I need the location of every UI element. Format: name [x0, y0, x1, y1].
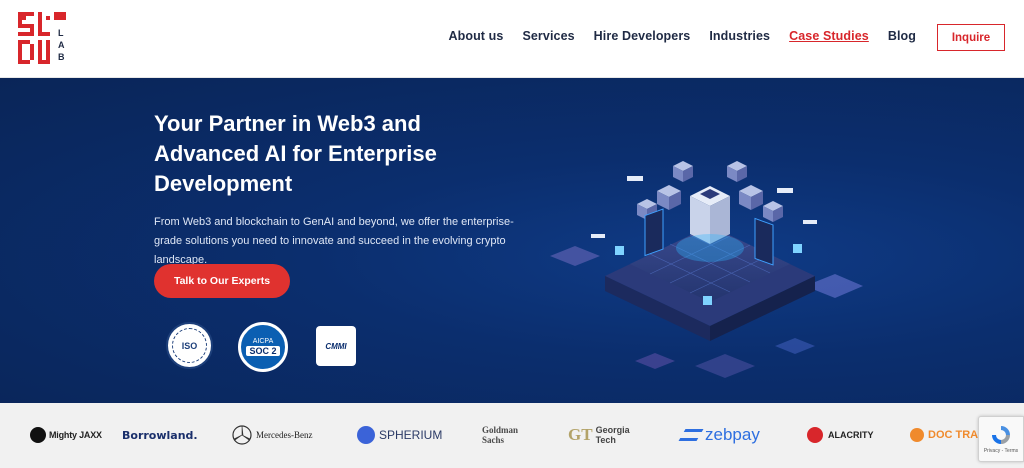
client-name: zebpay	[705, 425, 760, 444]
spherium-icon	[357, 426, 375, 444]
client-name: Mighty JAXX	[49, 430, 102, 440]
site-header: L A B About us Services Hire Developers …	[0, 0, 1024, 78]
client-logo-goldman-sachs: Goldman Sachs	[482, 423, 530, 447]
georgia-tech-gt-icon: GT	[568, 425, 593, 444]
logo-letter-l: L	[58, 28, 64, 38]
isometric-ai-illustration	[550, 161, 863, 378]
client-logo-mercedes-benz: Mercedes-Benz	[232, 423, 312, 447]
doc-tra-icon	[910, 428, 924, 442]
client-name: Goldman Sachs	[482, 425, 519, 445]
client-logos-strip: Mighty JAXX Borrowland. Mercedes-Benz SP…	[0, 403, 1024, 468]
client-logo-borrowland: Borrowland.	[122, 423, 198, 447]
recaptcha-badge[interactable]: Privacy - Terms	[978, 416, 1024, 462]
soc2-badge-top: AICPA	[252, 338, 274, 345]
client-name: SPHERIUM	[379, 428, 443, 442]
iso-badge-text: ISO	[181, 340, 198, 351]
nav-case-studies[interactable]: Case Studies	[789, 29, 869, 43]
recaptcha-icon	[992, 426, 1010, 444]
nav-services[interactable]: Services	[522, 29, 574, 43]
logo-letter-a: A	[58, 40, 65, 50]
hero-title: Your Partner in Web3 and Advanced AI for…	[154, 111, 437, 196]
mercedes-star-icon	[232, 425, 252, 445]
cmmi-badge-text: CMMI	[325, 341, 347, 351]
iso-badge: ISO	[166, 322, 213, 369]
talk-to-experts-button[interactable]: Talk to Our Experts	[154, 264, 290, 298]
soc2-badge: AICPA SOC 2	[238, 322, 288, 372]
zebpay-icon	[678, 429, 704, 441]
hero-subtitle: From Web3 and blockchain to GenAI and be…	[154, 216, 514, 266]
nav-industries[interactable]: Industries	[709, 29, 770, 43]
recaptcha-links[interactable]: Privacy - Terms	[984, 448, 1018, 454]
cmmi-badge: CMMI	[316, 326, 356, 366]
hero-section: Your Partner in Web3 and Advanced AI for…	[0, 78, 1024, 403]
client-logo-mighty-jaxx: Mighty JAXX	[30, 423, 102, 447]
client-name: ALACRITY	[828, 430, 874, 440]
main-nav: About us Services Hire Developers Indust…	[448, 29, 916, 43]
client-logo-doc-tra: DOC TRA	[910, 423, 978, 447]
soc2-badge-main: SOC 2	[246, 346, 280, 356]
client-logo-spherium: SPHERIUM	[357, 423, 442, 447]
logo-letter-b: B	[58, 52, 65, 62]
alacrity-icon	[807, 427, 823, 443]
sl-du-lab-logo[interactable]: L A B	[18, 12, 70, 66]
client-name: DOC TRA	[928, 429, 979, 441]
mighty-jaxx-icon	[30, 427, 46, 443]
nav-about-us[interactable]: About us	[448, 29, 503, 43]
inquire-button[interactable]: Inquire	[937, 24, 1005, 51]
nav-hire-developers[interactable]: Hire Developers	[594, 29, 691, 43]
client-name: Borrowland.	[122, 428, 198, 442]
nav-blog[interactable]: Blog	[888, 29, 916, 43]
client-logo-georgia-tech: GT Georgia Tech	[568, 423, 638, 447]
client-name: Mercedes-Benz	[256, 430, 313, 440]
client-logo-zebpay: zebpay	[678, 423, 760, 447]
client-logo-alacrity: ALACRITY	[807, 423, 874, 447]
client-name: Georgia Tech	[595, 425, 630, 445]
